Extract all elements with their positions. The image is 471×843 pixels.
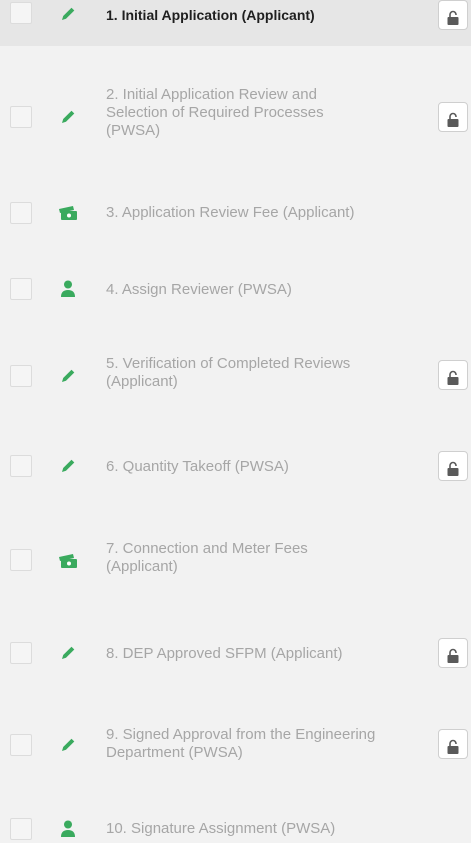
money-icon [58,203,78,223]
step-checkbox[interactable] [10,365,32,387]
step-checkbox[interactable] [10,278,32,300]
lock-button[interactable] [438,102,468,132]
user-icon [58,819,78,839]
step-row-6[interactable]: 6. Quantity Takeoff (PWSA) [0,422,471,512]
step-label: 1. Initial Application (Applicant) [106,7,315,23]
pencil-icon [58,456,78,476]
pencil-icon [58,643,78,663]
step-checkbox[interactable] [10,455,32,477]
step-label: 8. DEP Approved SFPM (Applicant) [106,645,343,662]
step-row-5[interactable]: 5. Verification of Completed Reviews (Ap… [0,340,471,422]
step-label: 10. Signature Assignment (PWSA) [106,820,336,837]
step-row-9[interactable]: 9. Signed Approval from the Engineering … [0,696,471,806]
lock-button[interactable] [438,638,468,668]
step-row-1[interactable]: 1. Initial Application (Applicant) [0,0,471,46]
lock-button[interactable] [438,360,468,390]
lock-icon [447,648,459,663]
step-checkbox[interactable] [10,818,32,840]
step-label: 3. Application Review Fee (Applicant) [106,204,355,221]
step-checkbox[interactable] [10,642,32,664]
step-row-4[interactable]: 4. Assign Reviewer (PWSA) [0,240,471,340]
step-label: 9. Signed Approval from the Engineering … [106,726,376,761]
step-checkbox[interactable] [10,2,32,24]
lock-icon [447,112,459,127]
step-label: 4. Assign Reviewer (PWSA) [106,281,292,298]
pencil-icon [58,4,78,24]
step-checkbox[interactable] [10,734,32,756]
step-row-7[interactable]: 7. Connection and Meter Fees (Applicant) [0,512,471,612]
pencil-icon [58,366,78,386]
money-icon [58,551,78,571]
step-row-2[interactable]: 2. Initial Application Review and Select… [0,46,471,188]
lock-button[interactable] [438,729,468,759]
step-row-8[interactable]: 8. DEP Approved SFPM (Applicant) [0,612,471,696]
lock-button[interactable] [438,0,468,30]
step-label: 6. Quantity Takeoff (PWSA) [106,458,289,475]
step-row-10[interactable]: 10. Signature Assignment (PWSA) [0,806,471,843]
step-label: 7. Connection and Meter Fees (Applicant) [106,540,308,575]
pencil-icon [58,107,78,127]
lock-icon [447,739,459,754]
lock-icon [447,370,459,385]
lock-icon [447,10,459,25]
step-checkbox[interactable] [10,549,32,571]
user-icon [58,279,78,299]
lock-icon [447,461,459,476]
lock-button[interactable] [438,451,468,481]
pencil-icon [58,735,78,755]
workflow-step-list: 1. Initial Application (Applicant) 2. In… [0,0,471,843]
step-label: 2. Initial Application Review and Select… [106,86,324,139]
step-checkbox[interactable] [10,202,32,224]
step-checkbox[interactable] [10,106,32,128]
step-row-3[interactable]: 3. Application Review Fee (Applicant) [0,188,471,240]
step-label: 5. Verification of Completed Reviews (Ap… [106,355,351,390]
